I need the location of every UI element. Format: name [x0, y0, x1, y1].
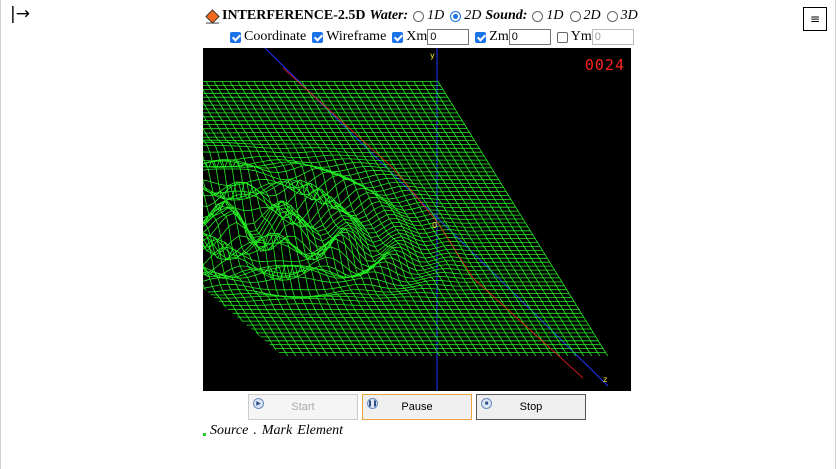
app-logo-icon — [205, 8, 220, 24]
sound-2d-radio[interactable] — [569, 10, 581, 22]
stop-button[interactable]: ■ Stop — [476, 394, 586, 420]
sound-1d-label: 1D — [546, 8, 564, 23]
frame-counter: 0024 — [584, 56, 625, 74]
water-2d-radio[interactable] — [450, 10, 462, 22]
wireframe-checkbox[interactable] — [312, 31, 324, 43]
simulation-canvas[interactable]: y z 0 0024 — [203, 48, 631, 391]
stop-label: Stop — [519, 401, 543, 413]
origin-label: 0 — [432, 221, 437, 230]
wireframe-label: Wireframe — [326, 29, 387, 44]
legend-dot: . — [253, 423, 257, 438]
legend-element: Element — [297, 423, 344, 438]
play-icon: ▶ — [253, 398, 264, 409]
water-1d-label: 1D — [427, 8, 445, 23]
forward-arrow-icon[interactable]: |→ — [10, 4, 30, 24]
legend-mark: Mark — [261, 423, 293, 438]
y-axis-label: y — [430, 51, 435, 60]
sound-label: Sound: — [485, 8, 528, 23]
water-2d-label: 2D — [464, 8, 482, 23]
water-1d-radio[interactable] — [413, 10, 425, 22]
control-buttons: ▶ Start ❚❚ Pause ■ Stop — [248, 394, 586, 420]
xm-label: Xm — [406, 29, 428, 44]
pause-icon: ❚❚ — [367, 398, 378, 409]
zm-input[interactable]: 0 — [508, 29, 551, 45]
sound-2d-label: 2D — [583, 8, 601, 23]
coordinate-label: Coordinate — [244, 29, 307, 44]
pause-label: Pause — [401, 401, 433, 413]
coordinate-checkbox[interactable] — [230, 31, 241, 43]
source-dot-icon — [203, 432, 206, 436]
legend-source: Source — [210, 423, 249, 438]
ym-input[interactable]: 0 — [591, 29, 634, 45]
sound-3d-radio[interactable] — [606, 10, 618, 22]
app-title: INTERFERENCE-2.5D — [222, 8, 366, 23]
title-row: INTERFERENCE-2.5D Water: 1D 2D Sound: 1D… — [205, 7, 642, 25]
start-button[interactable]: ▶ Start — [248, 394, 358, 420]
ym-label: Ym — [570, 29, 592, 44]
menu-button[interactable]: ≡ — [803, 7, 827, 31]
options-row: Coordinate Wireframe Xm 0 Zm 0 Ym 0 — [230, 28, 640, 46]
pause-button[interactable]: ❚❚ Pause — [362, 394, 472, 420]
hamburger-icon: ≡ — [809, 12, 821, 26]
ym-checkbox[interactable] — [556, 31, 568, 43]
start-label: Start — [291, 401, 315, 413]
sound-1d-radio[interactable] — [532, 10, 544, 22]
wireframe-mesh — [203, 81, 609, 356]
legend: Source . Mark Element — [203, 423, 348, 439]
wave-surface-plot: y z 0 — [203, 48, 609, 391]
xm-input[interactable]: 0 — [427, 29, 470, 45]
zm-label: Zm — [489, 29, 509, 44]
xm-checkbox[interactable] — [392, 31, 404, 43]
left-edge — [0, 0, 1, 469]
stop-icon: ■ — [481, 398, 492, 409]
z-axis-label: z — [603, 375, 607, 384]
water-label: Water: — [369, 8, 409, 23]
sound-3d-label: 3D — [620, 8, 638, 23]
zm-checkbox[interactable] — [475, 31, 487, 43]
